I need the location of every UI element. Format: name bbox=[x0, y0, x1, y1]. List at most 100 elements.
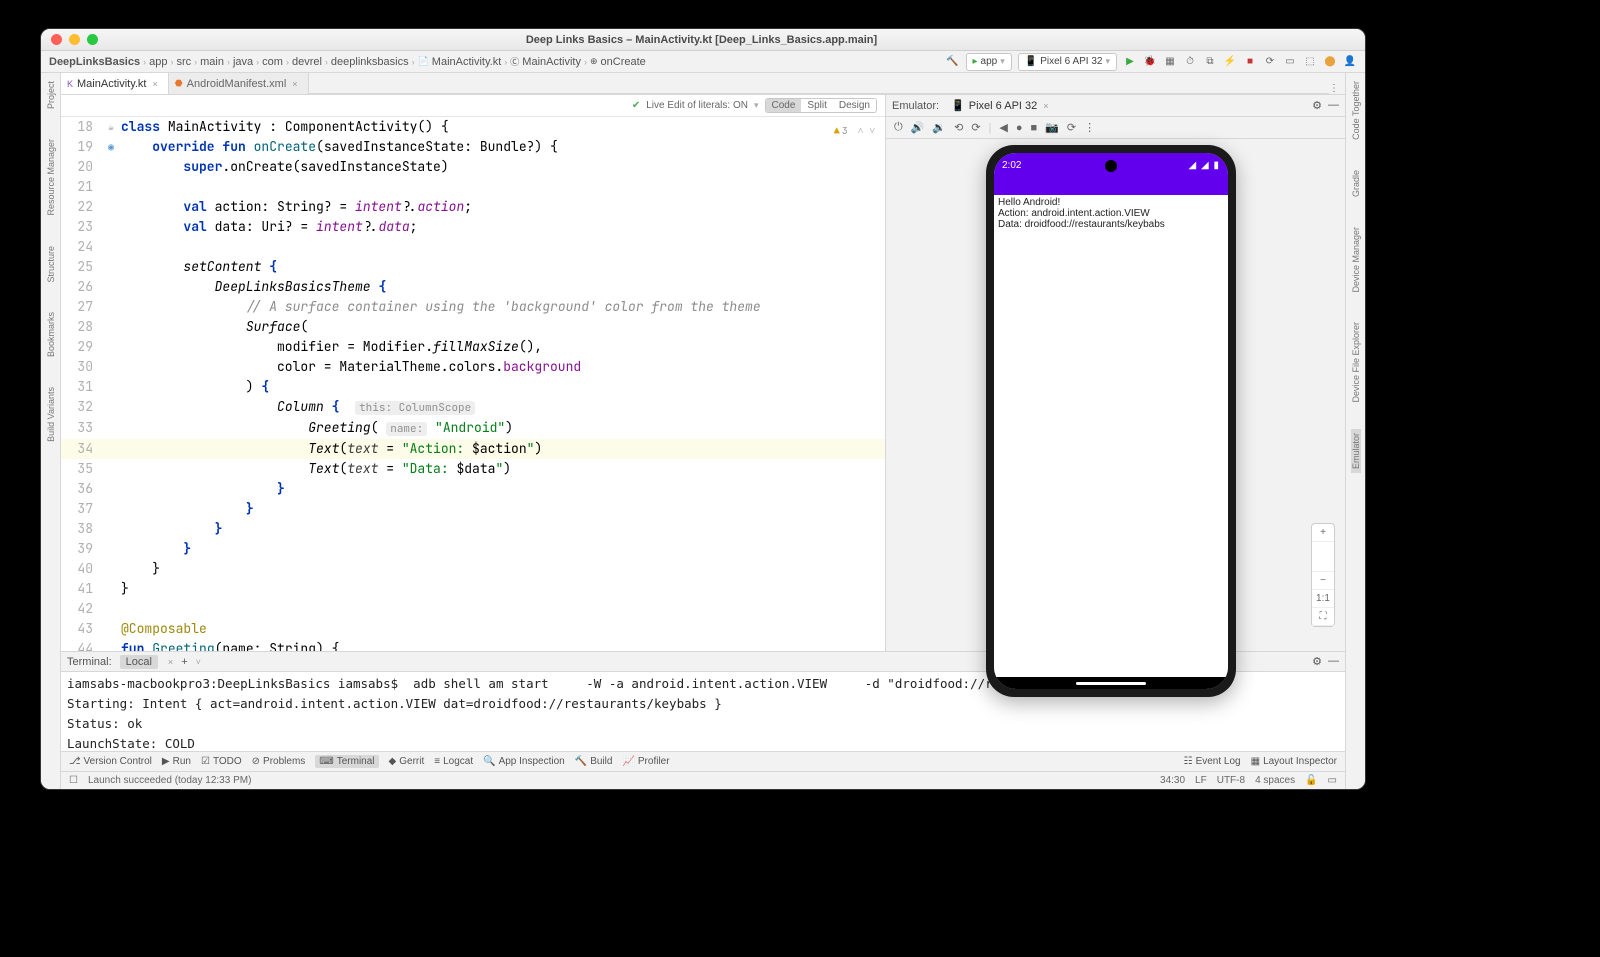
tool-logcat[interactable]: ≡ Logcat bbox=[434, 756, 473, 767]
more-icon[interactable]: ⋮ bbox=[1084, 121, 1095, 134]
terminal-tab-local[interactable]: Local bbox=[120, 655, 158, 669]
power-icon[interactable]: ⏻ bbox=[894, 121, 903, 134]
zoom-control[interactable]: + − 1:1 ⛶ bbox=[1311, 523, 1335, 627]
tool-terminal[interactable]: ⌨ Terminal bbox=[315, 755, 378, 768]
avd-icon[interactable]: ▭ bbox=[1283, 55, 1297, 69]
breadcrumb-item[interactable]: java bbox=[233, 56, 253, 68]
back-icon[interactable]: ◀ bbox=[999, 121, 1007, 134]
screenshot-icon[interactable]: 📷 bbox=[1045, 121, 1059, 134]
memory-indicator[interactable]: ▭ bbox=[1328, 775, 1337, 786]
zoom-in-icon[interactable]: + bbox=[1312, 524, 1334, 542]
tool-layout-inspector[interactable]: ▦ Layout Inspector bbox=[1251, 756, 1337, 767]
run-icon[interactable]: ▶ bbox=[1123, 55, 1137, 69]
breadcrumb-item[interactable]: ⒸMainActivity bbox=[510, 55, 581, 68]
caret-position[interactable]: 34:30 bbox=[1160, 775, 1185, 786]
structure-tool[interactable]: Structure bbox=[46, 242, 56, 287]
home-icon[interactable]: ● bbox=[1016, 122, 1023, 134]
close-window-button[interactable] bbox=[51, 34, 62, 45]
build-icon[interactable]: 🔨 bbox=[946, 55, 960, 69]
indent-setting[interactable]: 4 spaces bbox=[1255, 775, 1295, 786]
tool-run[interactable]: ▶ Run bbox=[162, 756, 191, 767]
attach-debugger-icon[interactable]: ⧉ bbox=[1203, 55, 1217, 69]
resource-manager-tool[interactable]: Resource Manager bbox=[46, 135, 56, 220]
sync-icon[interactable]: ⟳ bbox=[1263, 55, 1277, 69]
close-icon[interactable]: × bbox=[153, 79, 158, 89]
volume-up-icon[interactable]: 🔊 bbox=[911, 121, 925, 134]
phone-screen[interactable]: 2:02 ◢ ◢ ▮ Hello Android! Action: androi… bbox=[994, 153, 1228, 689]
emulator-device-tab[interactable]: 📱Pixel 6 API 32× bbox=[945, 99, 1054, 112]
breadcrumb-item[interactable]: ⊕onCreate bbox=[590, 56, 646, 68]
editor-tabs-actions[interactable]: ⋮ bbox=[1329, 83, 1345, 94]
breadcrumb-item[interactable]: devrel bbox=[292, 56, 322, 68]
tool-gerrit[interactable]: ◆ Gerrit bbox=[389, 756, 425, 767]
avatar-icon[interactable]: 👤 bbox=[1343, 55, 1357, 69]
new-terminal-icon[interactable]: + bbox=[181, 656, 187, 668]
line-ending[interactable]: LF bbox=[1195, 775, 1207, 786]
encoding[interactable]: UTF-8 bbox=[1217, 775, 1245, 786]
code-editor[interactable]: ▲3 ˄ ˅ 18☕class MainActivity : Component… bbox=[61, 117, 885, 651]
tool-event-log[interactable]: ☷ Event Log bbox=[1184, 756, 1241, 767]
tool-build[interactable]: 🔨 Build bbox=[575, 756, 613, 767]
emulator-title: Emulator: bbox=[892, 100, 939, 112]
run-config-dropdown[interactable]: ▸app▾ bbox=[966, 53, 1012, 71]
overview-icon[interactable]: ■ bbox=[1031, 122, 1038, 134]
nav-breadcrumb-bar: DeepLinksBasics›app›src›main›java›com›de… bbox=[41, 51, 1365, 73]
device-manager-tool[interactable]: Device Manager bbox=[1351, 223, 1361, 297]
emulator-panel: Emulator: 📱Pixel 6 API 32× ⚙ — ⏻ 🔊 🔉 bbox=[885, 95, 1345, 651]
breadcrumb-item[interactable]: deeplinksbasics bbox=[331, 56, 409, 68]
volume-down-icon[interactable]: 🔉 bbox=[932, 121, 946, 134]
gradle-tool[interactable]: Gradle bbox=[1351, 166, 1361, 201]
window-title: Deep Links Basics – MainActivity.kt [Dee… bbox=[98, 34, 1305, 46]
ide-statusbar: ☐ Launch succeeded (today 12:33 PM) 34:3… bbox=[61, 771, 1345, 789]
minimize-icon[interactable]: — bbox=[1328, 99, 1339, 112]
problems-indicator[interactable]: ▲3 ˄ ˅ bbox=[834, 121, 875, 141]
debug-icon[interactable]: 🐞 bbox=[1143, 55, 1157, 69]
search-everywhere-icon[interactable]: ⬤ bbox=[1323, 55, 1337, 69]
gear-icon[interactable]: ⚙ bbox=[1312, 99, 1322, 112]
tool-profiler[interactable]: 📈 Profiler bbox=[622, 756, 669, 767]
tab-label: MainActivity.kt bbox=[77, 78, 146, 90]
readonly-icon[interactable]: 🔓 bbox=[1305, 775, 1317, 786]
zoom-window-button[interactable] bbox=[87, 34, 98, 45]
zoom-fit-icon[interactable]: ⛶ bbox=[1312, 608, 1334, 626]
profile-icon[interactable]: ⏱ bbox=[1183, 55, 1197, 69]
status-message: Launch succeeded (today 12:33 PM) bbox=[88, 775, 251, 786]
breadcrumb-item[interactable]: main bbox=[200, 56, 224, 68]
view-mode-segmented[interactable]: Code Split Design bbox=[765, 98, 878, 113]
gear-icon[interactable]: ⚙ bbox=[1312, 655, 1322, 668]
minimize-icon[interactable]: — bbox=[1328, 655, 1339, 668]
tab-manifest[interactable]: ⬣ AndroidManifest.xml × bbox=[169, 73, 309, 94]
breadcrumb-item[interactable]: DeepLinksBasics bbox=[49, 56, 140, 68]
breadcrumb-item[interactable]: com bbox=[262, 56, 283, 68]
breadcrumb-item[interactable]: src bbox=[176, 56, 191, 68]
breadcrumb-item[interactable]: app bbox=[149, 56, 167, 68]
build-variants-tool[interactable]: Build Variants bbox=[46, 383, 56, 446]
device-file-explorer-tool[interactable]: Device File Explorer bbox=[1351, 318, 1361, 407]
rotate-right-icon[interactable]: ⟳ bbox=[971, 121, 980, 134]
breadcrumb-item[interactable]: 📄MainActivity.kt bbox=[418, 56, 502, 68]
close-icon[interactable]: × bbox=[168, 657, 173, 667]
minimize-window-button[interactable] bbox=[69, 34, 80, 45]
sdk-icon[interactable]: ⬚ bbox=[1303, 55, 1317, 69]
tool-version-control[interactable]: ⎇ Version Control bbox=[69, 756, 152, 767]
coverage-icon[interactable]: ▦ bbox=[1163, 55, 1177, 69]
rotate-left-icon[interactable]: ⟲ bbox=[954, 121, 963, 134]
code-together-tool[interactable]: Code Together bbox=[1351, 77, 1361, 144]
project-tool[interactable]: Project bbox=[46, 77, 56, 113]
phone-navbar bbox=[994, 677, 1228, 689]
tool-problems[interactable]: ⊘ Problems bbox=[252, 756, 306, 767]
live-edit-toggle[interactable]: Live Edit of literals: ON bbox=[646, 100, 748, 111]
bookmarks-tool[interactable]: Bookmarks bbox=[46, 308, 56, 361]
tab-mainactivity[interactable]: K MainActivity.kt × bbox=[61, 73, 169, 94]
tool-todo[interactable]: ☑ TODO bbox=[201, 756, 242, 767]
tool-app-inspection[interactable]: 🔍 App Inspection bbox=[483, 756, 565, 767]
apply-changes-icon[interactable]: ⚡ bbox=[1223, 55, 1237, 69]
stop-icon[interactable]: ■ bbox=[1243, 55, 1257, 69]
zoom-ratio[interactable]: 1:1 bbox=[1312, 590, 1334, 608]
close-icon[interactable]: × bbox=[292, 79, 297, 89]
device-dropdown[interactable]: 📱Pixel 6 API 32▾ bbox=[1018, 53, 1117, 71]
emulator-tool[interactable]: Emulator bbox=[1351, 429, 1361, 473]
zoom-out-icon[interactable]: − bbox=[1312, 572, 1334, 590]
record-icon[interactable]: ⟳ bbox=[1067, 121, 1076, 134]
phone-appbar bbox=[994, 177, 1228, 195]
